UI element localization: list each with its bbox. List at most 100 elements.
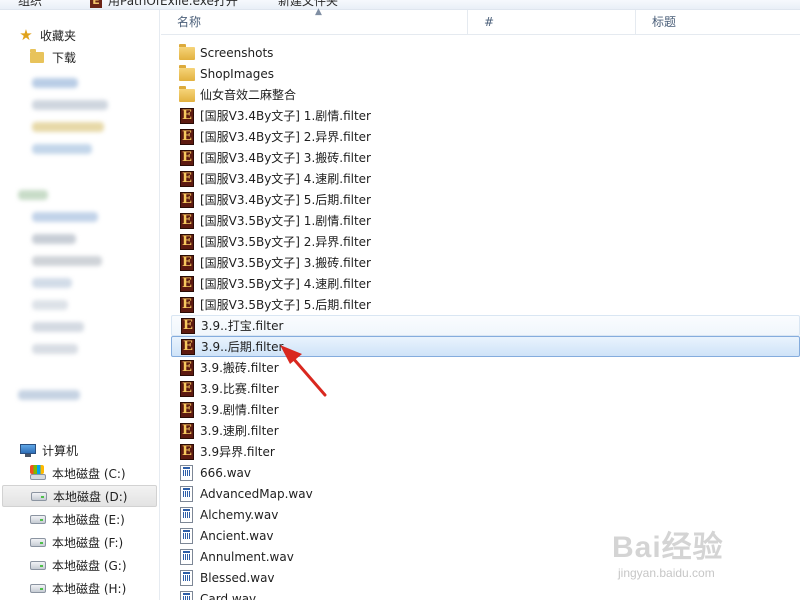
file-name: [国服V3.4By文子] 3.搬砖.filter bbox=[200, 151, 371, 165]
file-name: AdvancedMap.wav bbox=[200, 486, 313, 501]
file-row[interactable]: E [国服V3.4By文子] 2.异界.filter bbox=[171, 126, 800, 147]
file-list: Screenshots ShopImages 仙女音效二麻整合 E [国服V3.4By文… bbox=[161, 36, 800, 600]
system-drive-icon bbox=[30, 465, 46, 481]
wav-file-icon bbox=[180, 527, 193, 544]
file-row[interactable]: E 3.9.搬砖.filter bbox=[171, 357, 800, 378]
file-row[interactable]: E 3.9..打宝.filter bbox=[171, 315, 800, 336]
file-name: [国服V3.4By文子] 4.速刷.filter bbox=[200, 172, 371, 186]
file-name: 3.9..打宝.filter bbox=[201, 319, 284, 333]
poe-filter-icon: E bbox=[180, 443, 194, 460]
column-header-label: 名称 bbox=[177, 15, 202, 29]
poe-filter-icon: E bbox=[180, 149, 194, 166]
sidebar-item-drive-h[interactable]: 本地磁盘 (H:) bbox=[30, 577, 126, 599]
sidebar-item-computer[interactable]: 计算机 bbox=[20, 439, 78, 461]
file-row[interactable]: E [国服V3.5By文子] 4.速刷.filter bbox=[171, 273, 800, 294]
poe-filter-icon: E bbox=[180, 233, 194, 250]
file-row[interactable]: ShopImages bbox=[171, 63, 800, 84]
file-name: Card.wav bbox=[200, 591, 257, 600]
file-row[interactable]: E [国服V3.5By文子] 2.异界.filter bbox=[171, 231, 800, 252]
file-name: 仙女音效二麻整合 bbox=[200, 88, 297, 102]
file-row[interactable]: E 3.9.剧情.filter bbox=[171, 399, 800, 420]
wav-file-icon bbox=[180, 464, 193, 481]
file-row[interactable]: 仙女音效二麻整合 bbox=[171, 84, 800, 105]
file-row[interactable]: Screenshots bbox=[171, 42, 800, 63]
file-name: [国服V3.4By文子] 5.后期.filter bbox=[200, 193, 371, 207]
column-header-name[interactable]: ▲ 名称 bbox=[161, 8, 468, 35]
sidebar-item-label: 本地磁盘 (F:) bbox=[52, 535, 124, 550]
watermark-text: Bai经验 bbox=[612, 531, 724, 564]
file-name: [国服V3.4By文子] 1.剧情.filter bbox=[200, 109, 371, 123]
file-name: [国服V3.5By文子] 3.搬砖.filter bbox=[200, 256, 371, 270]
open-with-button[interactable]: 用PathOfExile.exe打开 bbox=[108, 0, 238, 9]
poe-filter-icon: E bbox=[180, 359, 194, 376]
column-header-number[interactable]: # bbox=[468, 10, 636, 35]
poe-filter-icon: E bbox=[180, 191, 194, 208]
drive-icon bbox=[30, 583, 46, 593]
file-row[interactable]: AdvancedMap.wav bbox=[171, 483, 800, 504]
sidebar-item-downloads[interactable]: 下载 bbox=[30, 46, 76, 68]
file-row[interactable]: E [国服V3.5By文子] 5.后期.filter bbox=[171, 294, 800, 315]
poe-filter-icon: E bbox=[180, 275, 194, 292]
wav-file-icon bbox=[180, 506, 193, 523]
organize-button[interactable]: 组织 bbox=[18, 0, 42, 9]
wav-file-icon bbox=[180, 590, 193, 600]
file-row[interactable]: E [国服V3.5By文子] 1.剧情.filter bbox=[171, 210, 800, 231]
wav-file-icon bbox=[180, 548, 193, 565]
folder-icon bbox=[179, 86, 195, 102]
folder-icon bbox=[179, 44, 195, 60]
file-name: ShopImages bbox=[200, 66, 275, 81]
sidebar-item-drive-c[interactable]: 本地磁盘 (C:) bbox=[30, 462, 126, 484]
baidu-watermark: Bai经验 jingyan.baidu.com bbox=[612, 522, 792, 592]
drive-icon bbox=[30, 514, 46, 524]
file-row[interactable]: E [国服V3.4By文子] 3.搬砖.filter bbox=[171, 147, 800, 168]
folder-icon bbox=[30, 48, 44, 63]
drive-icon bbox=[30, 560, 46, 570]
file-name: Screenshots bbox=[200, 45, 274, 60]
watermark-url: jingyan.baidu.com bbox=[618, 566, 715, 580]
file-row[interactable]: E [国服V3.4By文子] 4.速刷.filter bbox=[171, 168, 800, 189]
file-name: [国服V3.5By文子] 5.后期.filter bbox=[200, 298, 371, 312]
poe-filter-icon: E bbox=[180, 401, 194, 418]
file-name: Ancient.wav bbox=[200, 528, 274, 543]
computer-icon bbox=[20, 443, 36, 457]
file-row[interactable]: E [国服V3.4By文子] 1.剧情.filter bbox=[171, 105, 800, 126]
poe-filter-icon: E bbox=[180, 296, 194, 313]
drive-icon bbox=[31, 491, 47, 501]
poe-filter-icon: E bbox=[180, 107, 194, 124]
file-row[interactable]: E 3.9.速刷.filter bbox=[171, 420, 800, 441]
file-name: 3.9.比赛.filter bbox=[200, 382, 279, 396]
sidebar-item-drive-g[interactable]: 本地磁盘 (G:) bbox=[30, 554, 127, 576]
file-name: 666.wav bbox=[200, 465, 251, 480]
sidebar-item-label: 本地磁盘 (H:) bbox=[52, 581, 127, 596]
star-icon: ★ bbox=[19, 26, 33, 44]
file-row[interactable]: 666.wav bbox=[171, 462, 800, 483]
file-row[interactable]: E 3.9..后期.filter bbox=[171, 336, 800, 357]
file-row[interactable]: E [国服V3.5By文子] 3.搬砖.filter bbox=[171, 252, 800, 273]
column-header-label: # bbox=[484, 15, 495, 29]
sidebar-item-drive-f[interactable]: 本地磁盘 (F:) bbox=[30, 531, 123, 553]
file-name: 3.9.剧情.filter bbox=[200, 403, 279, 417]
file-row[interactable]: E 3.9.比赛.filter bbox=[171, 378, 800, 399]
poe-filter-icon: E bbox=[181, 317, 195, 334]
sidebar-item-label: 本地磁盘 (G:) bbox=[52, 558, 127, 573]
poe-filter-icon: E bbox=[180, 212, 194, 229]
sidebar-item-favorites[interactable]: ★ 收藏夹 bbox=[18, 24, 76, 46]
sidebar-item-label: 收藏夹 bbox=[40, 28, 77, 43]
poe-filter-icon: E bbox=[180, 170, 194, 187]
poe-filter-icon: E bbox=[181, 338, 195, 355]
column-header-label: 标题 bbox=[652, 15, 677, 29]
poe-filter-icon: E bbox=[180, 422, 194, 439]
file-name: Blessed.wav bbox=[200, 570, 275, 585]
poe-filter-icon: E bbox=[180, 380, 194, 397]
file-name: 3.9异界.filter bbox=[200, 445, 275, 459]
file-name: [国服V3.5By文子] 4.速刷.filter bbox=[200, 277, 371, 291]
app-icon: E bbox=[90, 0, 102, 8]
wav-file-icon bbox=[180, 485, 193, 502]
sidebar-item-drive-d[interactable]: 本地磁盘 (D:) bbox=[2, 485, 157, 507]
sidebar-item-drive-e[interactable]: 本地磁盘 (E:) bbox=[30, 508, 125, 530]
new-folder-button[interactable]: 新建文件夹 bbox=[278, 0, 338, 9]
file-name: Annulment.wav bbox=[200, 549, 294, 564]
file-row[interactable]: E 3.9异界.filter bbox=[171, 441, 800, 462]
file-row[interactable]: E [国服V3.4By文子] 5.后期.filter bbox=[171, 189, 800, 210]
column-header-title[interactable]: 标题 bbox=[636, 10, 800, 35]
